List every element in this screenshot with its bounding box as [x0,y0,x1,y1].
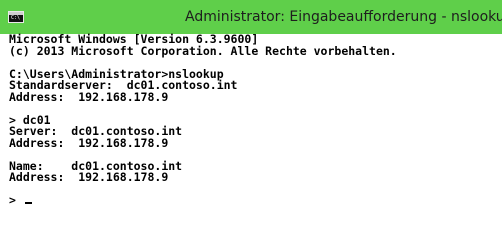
cmd-icon[interactable]: C:\ [8,11,24,23]
console-prompt: > [9,193,23,207]
window-title: Administrator: Eingabeaufforderung - nsl… [185,9,502,25]
console-line-default-address: Address: 192.168.178.9 [9,89,169,104]
command-prompt-window: C:\ Administrator: Eingabeaufforderung -… [0,0,502,222]
console-output[interactable]: Microsoft Windows [Version 6.3.9600] (c)… [0,33,502,222]
console-line-copyright: (c) 2013 Microsoft Corporation. Alle Rec… [9,43,397,58]
cmd-icon-prompt: C:\ [11,15,21,21]
text-cursor [24,202,32,204]
console-input-line[interactable]: > [9,193,502,207]
title-bar[interactable]: C:\ Administrator: Eingabeaufforderung -… [0,0,502,34]
console-line-name-address: Address: 192.168.178.9 [9,170,169,184]
console-line-server-address: Address: 192.168.178.9 [9,135,169,150]
